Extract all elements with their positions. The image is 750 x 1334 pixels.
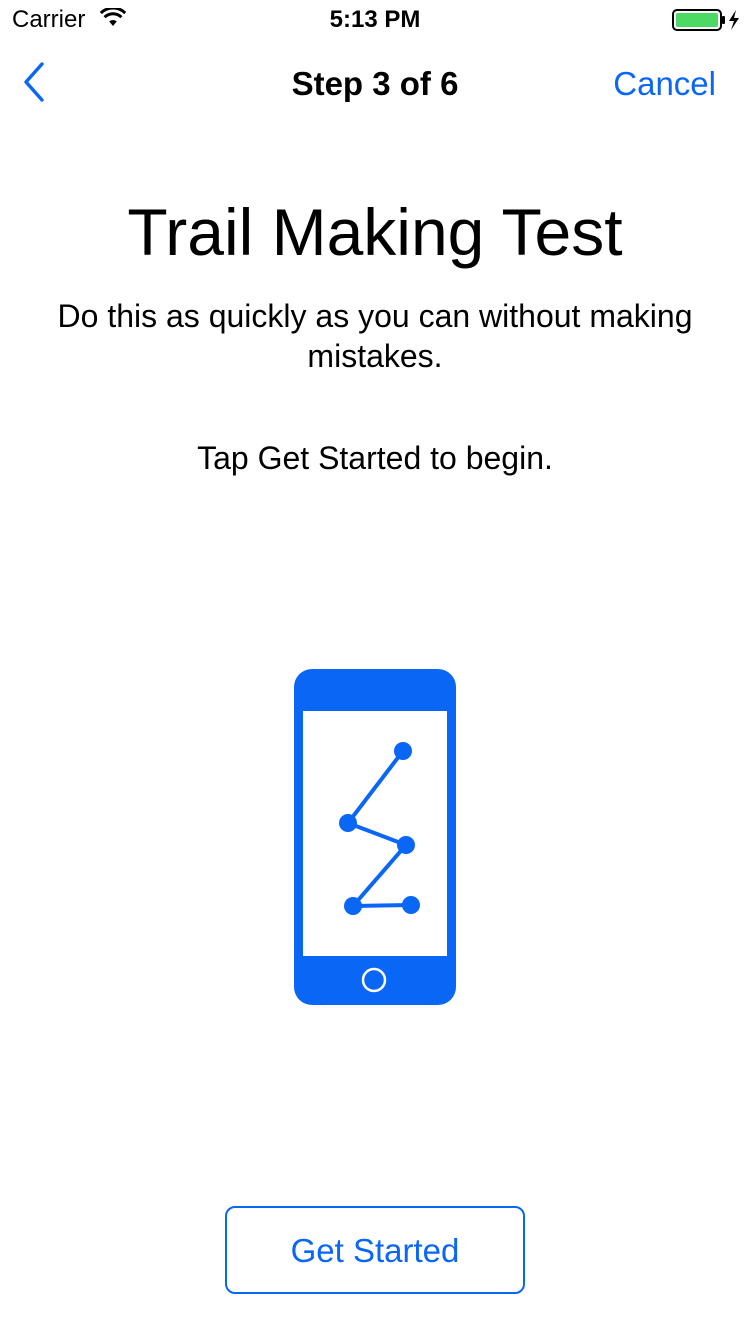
status-bar: Carrier 5:13 PM [0, 0, 750, 40]
battery-charging-icon [672, 9, 744, 36]
cancel-button[interactable]: Cancel [613, 64, 716, 104]
page-title: Trail Making Test [127, 195, 623, 269]
phone-trail-icon [294, 669, 458, 1007]
prompt-text: Tap Get Started to begin. [197, 440, 553, 476]
get-started-button[interactable]: Get Started [225, 1206, 525, 1294]
instruction-text: Do this as quickly as you can without ma… [57, 298, 693, 374]
navigation-bar: Step 3 of 6 Cancel [0, 40, 750, 128]
status-time: 5:13 PM [329, 6, 421, 33]
